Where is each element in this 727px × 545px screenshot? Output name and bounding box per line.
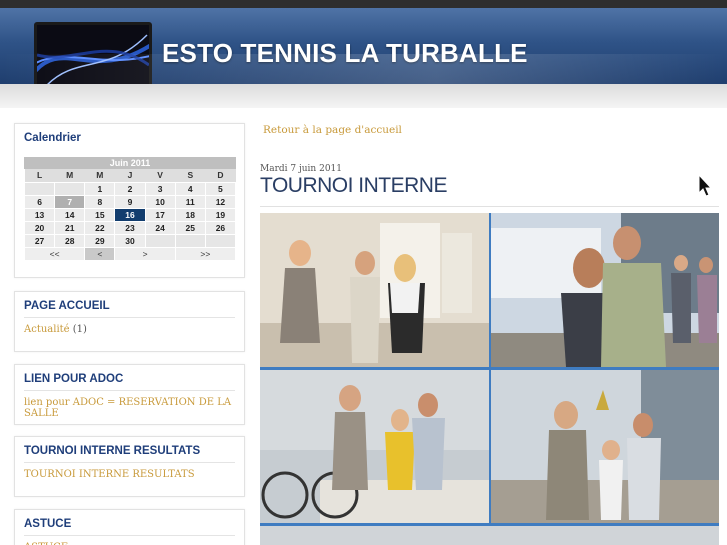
calendar-day: 23 [114, 220, 146, 235]
calendar-day: 29 [84, 233, 116, 248]
calendar-day: 27 [23, 233, 56, 248]
calendar-widget: Calendrier Juin 2011 L M M J V S D 1 2 3… [14, 123, 245, 278]
calendar-day: 22 [84, 220, 116, 235]
weekday-label: S [175, 169, 206, 182]
calendar-day: 1 [84, 181, 116, 196]
top-strip [0, 0, 727, 8]
calendar-day: 19 [204, 207, 237, 222]
tournoi-resultats-link[interactable]: TOURNOI INTERNE RESULTATS [15, 463, 244, 486]
divider [260, 206, 719, 207]
widget-heading: TOURNOI INTERNE RESULTATS [24, 445, 201, 457]
widget-heading: PAGE ACCUEIL [24, 300, 110, 312]
mouse-cursor-icon [698, 174, 712, 197]
photo-gallery [260, 213, 719, 545]
site-title[interactable]: ESTO TENNIS LA TURBALLE [162, 38, 528, 69]
post-date: Mardi 7 juin 2011 [260, 164, 342, 174]
tournoi-resultats-widget: TOURNOI INTERNE RESULTATS TOURNOI INTERN… [14, 436, 245, 497]
calendar-day-today: 16 [114, 207, 146, 222]
calendar-next-year-button[interactable]: >> [174, 246, 237, 261]
calendar: Juin 2011 L M M J V S D 1 2 3 4 5 6 7 8 … [23, 157, 237, 261]
calendar-day: 12 [204, 194, 237, 209]
site-header: ESTO TENNIS LA TURBALLE [0, 8, 727, 106]
photo-tournament-2[interactable] [491, 213, 719, 367]
calendar-day [54, 181, 86, 196]
calendar-prev-month-button[interactable]: < [84, 246, 116, 261]
calendar-day: 4 [174, 181, 206, 196]
link-label: Actualité [24, 324, 70, 335]
calendar-day: 13 [23, 207, 56, 222]
calendar-day: 8 [84, 194, 116, 209]
calendar-day: 17 [144, 207, 176, 222]
calendar-day: 15 [84, 207, 116, 222]
calendar-day: 2 [114, 181, 146, 196]
calendar-day: 6 [23, 194, 56, 209]
adoc-reservation-link[interactable]: lien pour ADOC = RESERVATION DE LA SALLE [15, 391, 244, 425]
back-to-home-link[interactable]: Retour à la page d'accueil [263, 124, 402, 136]
calendar-day: 25 [174, 220, 206, 235]
widget-heading: LIEN POUR ADOC [24, 373, 124, 385]
post-title[interactable]: TOURNOI INTERNE [260, 174, 447, 198]
calendar-day: 10 [144, 194, 176, 209]
calendar-day-with-post[interactable]: 7 [54, 194, 86, 209]
astuce-widget: ASTUCE ASTUCE [14, 509, 245, 545]
post-count: (1) [72, 324, 87, 335]
astuce-link[interactable]: ASTUCE [15, 536, 244, 545]
calendar-heading: Calendrier [24, 132, 81, 144]
weekday-label: V [145, 169, 176, 182]
photo-tournament-4[interactable] [491, 370, 719, 523]
calendar-next-month-button[interactable]: > [114, 246, 176, 261]
calendar-day [144, 233, 176, 248]
calendar-day: 14 [54, 207, 86, 222]
calendar-day: 24 [144, 220, 176, 235]
calendar-month: Juin 2011 [24, 157, 236, 169]
weekday-label: M [54, 169, 85, 182]
weekday-label: L [24, 169, 55, 182]
calendar-day: 3 [144, 181, 176, 196]
calendar-prev-year-button[interactable]: << [23, 246, 86, 261]
photo-tournament-3[interactable] [260, 370, 489, 523]
weekday-label: M [84, 169, 115, 182]
calendar-day: 9 [114, 194, 146, 209]
calendar-day: 5 [204, 181, 237, 196]
calendar-day: 20 [23, 220, 56, 235]
actualite-link[interactable]: Actualité (1) [15, 318, 244, 341]
photo-tournament-5[interactable] [260, 526, 719, 545]
widget-heading: ASTUCE [24, 518, 72, 530]
header-shadow-band [0, 84, 727, 108]
weekday-label: J [114, 169, 146, 182]
photo-tournament-1[interactable] [260, 213, 489, 367]
calendar-day [204, 233, 237, 248]
calendar-day [23, 181, 56, 196]
weekday-label: D [205, 169, 236, 182]
calendar-day: 30 [114, 233, 146, 248]
lien-adoc-widget: LIEN POUR ADOC lien pour ADOC = RESERVAT… [14, 364, 245, 425]
calendar-day: 18 [174, 207, 206, 222]
calendar-day: 21 [54, 220, 86, 235]
calendar-day: 26 [204, 220, 237, 235]
page-accueil-widget: PAGE ACCUEIL Actualité (1) [14, 291, 245, 352]
calendar-day [174, 233, 206, 248]
calendar-day: 28 [54, 233, 86, 248]
calendar-day: 11 [174, 194, 206, 209]
